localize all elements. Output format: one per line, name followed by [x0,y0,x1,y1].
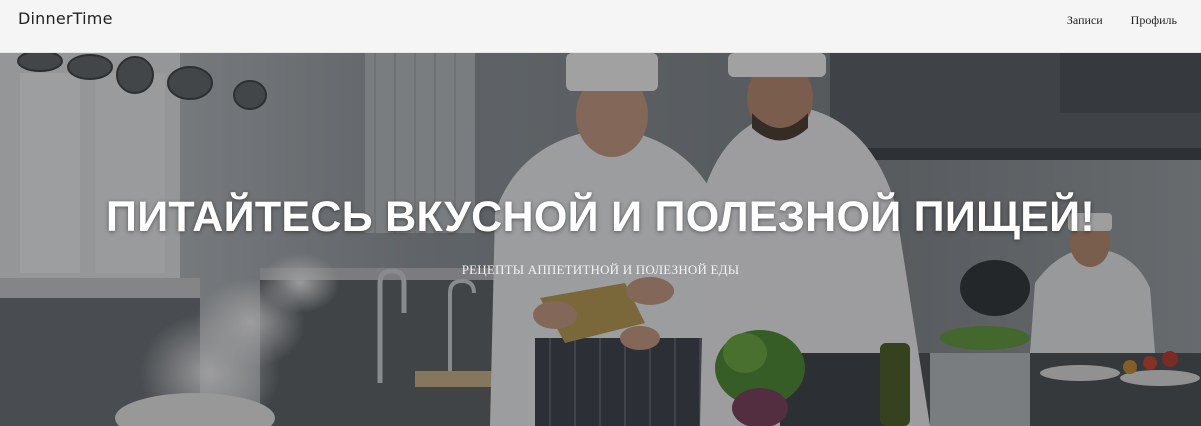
nav-link-profile[interactable]: Профиль [1131,13,1177,28]
hero-banner: ПИТАЙТЕСЬ ВКУСНОЙ И ПОЛЕЗНОЙ ПИЩЕЙ! РЕЦЕ… [0,53,1201,426]
hero-subtitle: РЕЦЕПТЫ АППЕТИТНОЙ И ПОЛЕЗНОЙ ЕДЫ [461,262,740,277]
brand-logo[interactable]: DinnerTime [18,9,113,28]
nav-link-posts[interactable]: Записи [1067,13,1103,28]
navbar: DinnerTime Записи Профиль [0,0,1201,53]
hero-title: ПИТАЙТЕСЬ ВКУСНОЙ И ПОЛЕЗНОЙ ПИЩЕЙ! [105,193,1096,241]
nav-links: Записи Профиль [1067,13,1177,28]
